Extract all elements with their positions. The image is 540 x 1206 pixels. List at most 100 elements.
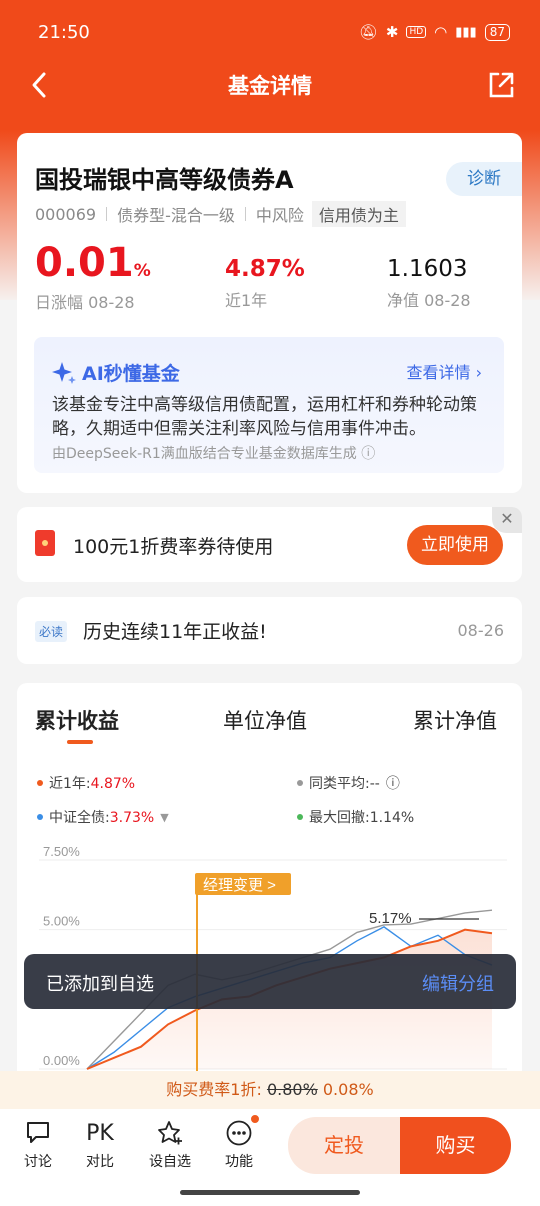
edit-group-link[interactable]: 编辑分组 [422, 970, 494, 996]
signal-icon: ▮▮▮ [455, 24, 477, 40]
legend-index[interactable]: 中证全债:3.73% ▼ [37, 807, 169, 827]
y-tick-label: 0.00% [43, 1053, 80, 1068]
diagnose-button[interactable]: 诊断 [446, 162, 522, 196]
year-return-stat: 4.87% 近1年 [225, 258, 305, 311]
divider [106, 207, 108, 221]
compare-button[interactable]: PK 对比 [75, 1119, 125, 1171]
pk-icon: PK [86, 1121, 114, 1146]
fund-feature-tag: 信用债为主 [311, 201, 406, 227]
coupon-card: 100元1折费率券待使用 立即使用 ✕ [17, 507, 522, 582]
close-icon[interactable]: ✕ [492, 507, 522, 533]
ai-summary-text: 该基金专注中高等级信用债配置，运用杠杆和券种轮动策略，久期适中但需关注利率风险与… [52, 395, 477, 439]
wifi-icon: ◠ [434, 23, 448, 41]
fee-promo-bar: 购买费率1折: 0.80% 0.08% [0, 1071, 540, 1109]
ai-footer: 由DeepSeek-R1满血版结合专业基金数据库生成 ⓘ [52, 443, 375, 463]
legend-peer-label: 同类平均:-- [309, 776, 380, 792]
legend-index-label: 中证全债: [49, 810, 110, 826]
legend-drawdown-value: 1.14% [369, 810, 415, 826]
notice-card[interactable]: 必读 历史连续11年正收益! 08-26 [17, 597, 522, 664]
legend-drawdown: 最大回撤:1.14% [297, 807, 414, 827]
use-coupon-button[interactable]: 立即使用 [407, 525, 503, 565]
fund-category: 债券型-混合一级 [117, 206, 235, 225]
daily-change-unit: % [133, 261, 151, 281]
comment-icon [13, 1119, 63, 1149]
legend-dot [297, 780, 303, 786]
divider [244, 207, 246, 221]
fund-risk: 中风险 [255, 206, 304, 225]
bluetooth-icon: ✱ [385, 23, 399, 41]
discuss-label: 讨论 [24, 1154, 52, 1170]
ai-title-text: AI秒懂基金 [82, 363, 180, 385]
ai-detail-link-text: 查看详情 [406, 363, 471, 382]
daily-change-label: 日涨幅 08-28 [35, 293, 135, 312]
nav-label: 净值 08-28 [387, 291, 471, 310]
notice-text: 历史连续11年正收益! [83, 621, 267, 643]
legend-fund-value: 4.87% [90, 776, 136, 792]
info-icon[interactable]: ⓘ [386, 773, 400, 793]
must-read-tag: 必读 [35, 621, 68, 642]
page-title: 基金详情 [228, 74, 312, 98]
nav-bar: 基金详情 [0, 62, 540, 108]
dropdown-icon: ▼ [160, 810, 169, 824]
manager-change-label: 经理变更 > [203, 877, 276, 894]
coupon-text: 100元1折费率券待使用 [73, 536, 274, 558]
info-icon[interactable]: ⓘ [361, 446, 375, 462]
legend-drawdown-label: 最大回撤: [309, 810, 370, 826]
ai-title: AI秒懂基金 [52, 359, 180, 386]
toast-text: 已添加到自选 [46, 974, 154, 995]
buy-button[interactable]: 购买 [400, 1117, 511, 1174]
promo-label: 购买费率1折: [166, 1080, 262, 1099]
tab-cumulative-return[interactable]: 累计收益 [35, 705, 119, 735]
compare-label: 对比 [86, 1154, 114, 1170]
tab-cumulative-nav[interactable]: 累计净值 [413, 705, 497, 735]
nav-stat: 1.1603 净值 08-28 [387, 258, 471, 311]
tab-unit-nav[interactable]: 单位净值 [223, 705, 307, 735]
legend-dot [37, 814, 43, 820]
year-return-label: 近1年 [225, 291, 268, 310]
status-icons: 🔕︎ ✱ HD ◠ ▮▮▮ 87 [359, 23, 510, 41]
status-bar: 21:50 🔕︎ ✱ HD ◠ ▮▮▮ 87 [38, 18, 510, 46]
ai-summary-box[interactable]: AI秒懂基金 查看详情 › 该基金专注中高等级信用债配置，运用杠杆和券种轮动策略… [34, 337, 504, 473]
fund-summary-card: 国投瑞银中高等级债券A 诊断 000069 债券型-混合一级 中风险 信用债为主… [17, 133, 522, 493]
legend-dot [297, 814, 303, 820]
legend-peer: 同类平均:-- ⓘ [297, 773, 400, 793]
battery-icon: 87 [484, 23, 510, 41]
active-tab-indicator [67, 740, 93, 744]
add-watchlist-button[interactable]: 设自选 [145, 1119, 195, 1171]
promo-new-rate: 0.08% [322, 1080, 374, 1099]
toast: 已添加到自选 编辑分组 [24, 954, 516, 1009]
fund-tags: 000069 债券型-混合一级 中风险 信用债为主 [35, 201, 406, 227]
red-packet-icon [35, 530, 55, 556]
daily-change-value: 0.01 [35, 240, 134, 286]
functions-button[interactable]: 功能 [214, 1113, 264, 1171]
discuss-button[interactable]: 讨论 [13, 1119, 63, 1171]
status-time: 21:50 [38, 21, 90, 43]
fund-name: 国投瑞银中高等级债券A [35, 166, 294, 194]
legend-fund: 近1年:4.87% [37, 773, 135, 793]
notification-badge [249, 1113, 261, 1125]
legend-index-value: 3.73% [109, 810, 155, 826]
ai-footer-text: 由DeepSeek-R1满血版结合专业基金数据库生成 [52, 446, 357, 462]
chevron-right-icon: › [475, 363, 482, 382]
nav-value: 1.1603 [387, 256, 468, 282]
sparkle-icon [52, 361, 76, 384]
share-icon[interactable] [486, 70, 516, 100]
mute-icon: 🔕︎ [358, 23, 378, 41]
legend-dot [37, 780, 43, 786]
daily-change-stat: 0.01% 日涨幅 08-28 [35, 243, 151, 313]
add-watchlist-label: 设自选 [149, 1154, 191, 1170]
home-indicator[interactable] [180, 1190, 360, 1195]
year-return-value: 4.87% [225, 256, 305, 282]
star-add-icon [145, 1119, 195, 1149]
ai-detail-link[interactable]: 查看详情 › [406, 359, 482, 383]
functions-label: 功能 [225, 1154, 253, 1170]
notice-date: 08-26 [457, 621, 505, 640]
fund-code: 000069 [35, 204, 97, 224]
peak-label: 5.17% [369, 910, 412, 927]
y-tick-label: 7.50% [43, 844, 80, 859]
hd-icon: HD [406, 26, 427, 38]
y-tick-label: 5.00% [43, 914, 80, 929]
promo-old-rate: 0.80% [266, 1080, 318, 1099]
legend-fund-label: 近1年: [49, 776, 91, 792]
auto-invest-button[interactable]: 定投 [288, 1117, 400, 1174]
